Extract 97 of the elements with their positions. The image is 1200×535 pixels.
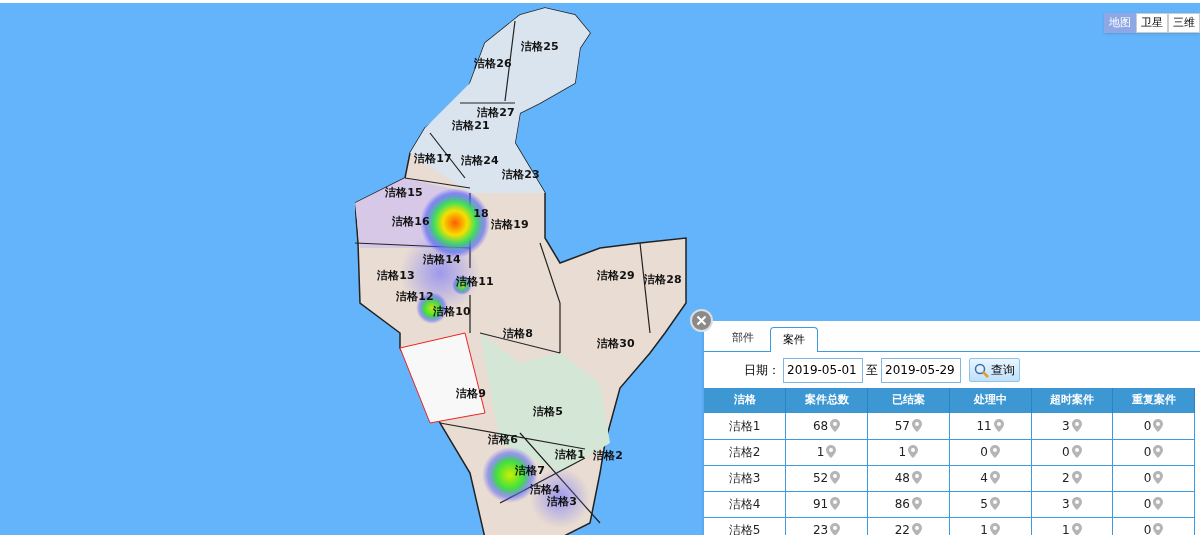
location-pin-icon[interactable] bbox=[1153, 418, 1164, 432]
location-pin-icon[interactable] bbox=[1071, 445, 1082, 458]
table-cell: 2 bbox=[1062, 471, 1070, 485]
grid-label: 洁格8 bbox=[503, 325, 533, 342]
table-cell: 洁格3 bbox=[728, 471, 761, 485]
grid-label: 洁格5 bbox=[533, 403, 563, 420]
location-pin-icon[interactable] bbox=[912, 523, 922, 535]
table-cell: 洁格4 bbox=[728, 497, 761, 511]
map-type-button[interactable]: 三维 bbox=[1168, 13, 1200, 33]
close-icon bbox=[696, 315, 707, 326]
grid-label: 洁格24 bbox=[461, 152, 499, 169]
table-cell: 0 bbox=[1062, 445, 1070, 459]
location-pin-icon[interactable] bbox=[1071, 418, 1082, 432]
location-pin-icon[interactable] bbox=[989, 497, 1000, 510]
table-cell: 0 bbox=[1143, 445, 1152, 459]
location-pin-icon[interactable] bbox=[1071, 471, 1082, 484]
location-pin-icon[interactable] bbox=[908, 445, 919, 458]
date-to-field[interactable]: 2019-05-29 bbox=[881, 357, 961, 383]
grid-label: 18 bbox=[473, 205, 489, 222]
location-pin-icon[interactable] bbox=[1153, 445, 1164, 458]
date-label: 日期： bbox=[744, 362, 780, 379]
grid-label: 洁格21 bbox=[452, 118, 490, 134]
grid-label: 洁格19 bbox=[491, 216, 529, 233]
location-pin-icon[interactable] bbox=[989, 523, 1000, 535]
grid-label: 洁格28 bbox=[644, 271, 682, 288]
table-cell: 1 bbox=[980, 523, 988, 535]
grid-label: 洁格4 bbox=[530, 481, 560, 496]
table-cell: 23 bbox=[813, 523, 829, 535]
tab[interactable]: 部件 bbox=[720, 326, 766, 351]
table-cell: 22 bbox=[894, 523, 910, 535]
table-cell: 洁格1 bbox=[728, 418, 761, 433]
column-header: 处理中 bbox=[949, 388, 1031, 413]
location-pin-icon[interactable] bbox=[1071, 523, 1082, 535]
grid-label: 洁格17 bbox=[414, 150, 452, 167]
grid-label: 洁格6 bbox=[488, 431, 518, 448]
date-separator: 至 bbox=[866, 362, 878, 379]
grid-label: 洁格29 bbox=[597, 267, 635, 284]
table-cell: 11 bbox=[976, 418, 992, 433]
grid-label: 洁格9 bbox=[456, 385, 486, 402]
location-pin-icon[interactable] bbox=[1071, 497, 1082, 510]
table-cell: 4 bbox=[980, 471, 988, 485]
location-pin-icon[interactable] bbox=[830, 497, 841, 510]
grid-label: 洁格13 bbox=[377, 267, 415, 284]
location-pin-icon[interactable] bbox=[912, 471, 922, 484]
grid-label: 洁格25 bbox=[521, 38, 559, 55]
column-header: 超时案件 bbox=[1031, 388, 1113, 413]
table-cell: 洁格5 bbox=[728, 523, 761, 535]
table-cell: 0 bbox=[1143, 471, 1152, 485]
grid-label: 洁格30 bbox=[597, 335, 635, 352]
column-header: 已结案 bbox=[867, 388, 950, 413]
column-header: 重复案件 bbox=[1112, 388, 1195, 413]
table-cell: 0 bbox=[1143, 497, 1152, 511]
grid-label: 洁格11 bbox=[456, 273, 494, 290]
table-cell: 0 bbox=[1143, 523, 1152, 535]
table-cell: 1 bbox=[1062, 523, 1070, 535]
location-pin-icon[interactable] bbox=[830, 471, 841, 484]
date-from-field[interactable]: 2019-05-01 bbox=[783, 357, 863, 383]
grid-label: 洁格12 bbox=[396, 288, 434, 305]
location-pin-icon[interactable] bbox=[989, 471, 1000, 484]
table-cell: 0 bbox=[980, 445, 988, 459]
table-cell: 86 bbox=[894, 497, 910, 511]
grid-label: 洁格27 bbox=[477, 104, 515, 121]
column-header: 洁格 bbox=[704, 388, 786, 413]
search-icon bbox=[974, 362, 989, 378]
grid-label: 洁格15 bbox=[385, 184, 423, 201]
column-header: 案件总数 bbox=[785, 388, 868, 413]
table-cell: 1 bbox=[816, 445, 825, 459]
table-cell: 1 bbox=[898, 445, 907, 459]
tab[interactable]: 案件 bbox=[770, 327, 818, 352]
location-pin-icon[interactable] bbox=[1153, 471, 1164, 484]
location-pin-icon[interactable] bbox=[912, 497, 922, 510]
table-cell: 0 bbox=[1143, 418, 1152, 433]
location-pin-icon[interactable] bbox=[826, 445, 837, 458]
close-button[interactable] bbox=[690, 309, 713, 332]
query-button[interactable]: 查询 bbox=[969, 358, 1020, 382]
table-cell: 48 bbox=[894, 471, 910, 485]
table-cell: 洁格2 bbox=[728, 445, 761, 459]
table-cell: 3 bbox=[1062, 497, 1070, 511]
table-cell: 91 bbox=[813, 497, 829, 511]
table-cell: 57 bbox=[894, 418, 910, 433]
location-pin-icon[interactable] bbox=[830, 418, 841, 432]
grid-label: 洁格14 bbox=[423, 251, 461, 268]
location-pin-icon[interactable] bbox=[993, 418, 1004, 432]
grid-label: 洁格1 bbox=[555, 446, 585, 463]
location-pin-icon[interactable] bbox=[912, 418, 922, 432]
table-cell: 5 bbox=[980, 497, 988, 511]
grid-label: 洁格7 bbox=[515, 462, 545, 479]
location-pin-icon[interactable] bbox=[1153, 523, 1164, 535]
location-pin-icon[interactable] bbox=[830, 523, 841, 535]
table-cell: 3 bbox=[1062, 418, 1070, 433]
table-cell: 68 bbox=[813, 418, 829, 433]
location-pin-icon[interactable] bbox=[1153, 497, 1164, 510]
table-cell: 52 bbox=[813, 471, 829, 485]
grid-label: 洁格16 bbox=[392, 213, 430, 230]
grid-label: 洁格3 bbox=[547, 494, 577, 510]
location-pin-icon[interactable] bbox=[989, 445, 1000, 458]
map-type-button[interactable]: 卫星 bbox=[1136, 13, 1168, 33]
